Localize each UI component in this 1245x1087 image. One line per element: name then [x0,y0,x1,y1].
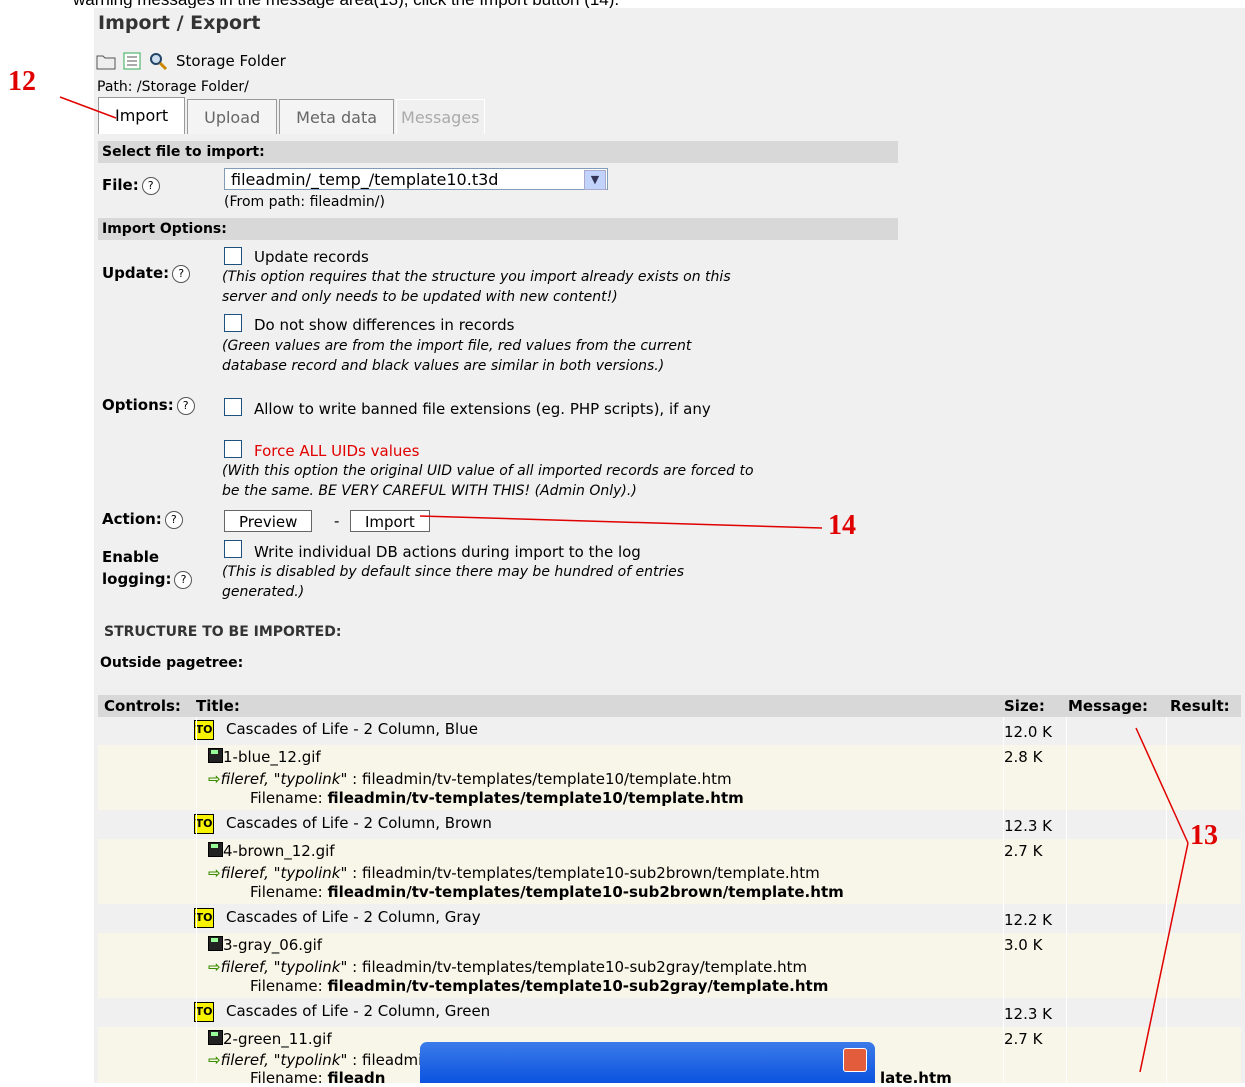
annotation-13: 13 [1190,820,1218,851]
annotation-lines [59,96,1189,1073]
annotation-12: 12 [8,66,36,97]
annotation-14: 14 [828,510,856,541]
